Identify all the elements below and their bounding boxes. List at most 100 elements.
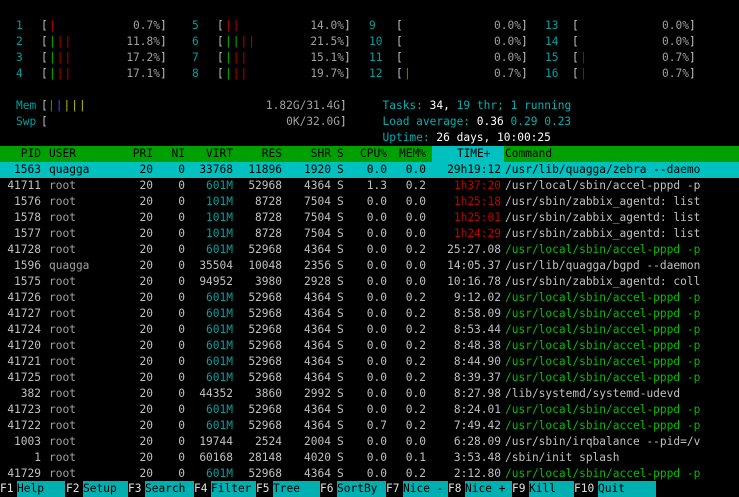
col-pri[interactable]: PRI (120, 146, 153, 162)
col-pid[interactable]: PID (0, 146, 41, 162)
cell-mem: 0.0 (405, 275, 426, 288)
cell-res: 8728 (255, 211, 282, 224)
cell-user: root (49, 451, 76, 464)
fkey-label-nice[interactable]: Nice + (465, 481, 513, 497)
process-row[interactable]: 1003 root 20 0 19744 2524 2004 S 0.0 0.0 6:28.09/u… (0, 434, 739, 450)
process-row[interactable]: 41723 root 20 0 601M 52968 4364 S 0.0 0.2 8:24.01 /… (0, 402, 739, 418)
process-row[interactable]: 382 root 20 0 44352 3860 2992 S 0.0 0.0 8:27.98/li… (0, 386, 739, 402)
process-row[interactable]: 41711 root 20 0 601M 52968 4364 S 1.3 0.2 1h37:20 /… (0, 178, 739, 194)
cell-user: root (49, 195, 76, 208)
fkey-label-help[interactable]: Help (17, 481, 65, 497)
col-virt[interactable]: VIRT (190, 146, 233, 162)
col-time[interactable]: TIME+ (432, 146, 504, 162)
process-row[interactable]: 41725 root 20 0 601M 52968 4364 S 0.0 0.2 8:39.37 /… (0, 370, 739, 386)
col-mem[interactable]: MEM% (388, 146, 426, 162)
process-row[interactable]: 1575 root 20 0 94952 3980 2928 S 0.0 0.0 10:16.78 /… (0, 274, 739, 290)
col-command[interactable]: Command (505, 146, 735, 162)
process-row[interactable]: 41726 root 20 0 601M 52968 4364 S 0.0 0.2 9:12.02 /… (0, 290, 739, 306)
process-row[interactable]: 41721 root 20 0 601M 52968 4364 S 0.0 0.2 8:44.90 /… (0, 354, 739, 370)
process-table-header[interactable]: PID USER PRI NI VIRT RES SHR S CPU% MEM%… (0, 146, 739, 162)
process-row[interactable]: 41722 root 20 0 601M 52968 4364 S 0.7 0.2 7:49.42 /… (0, 418, 739, 434)
process-row[interactable]: 41720 root 20 0 601M 52968 4364 S 0.0 0.2 8:48.38 /… (0, 338, 739, 354)
cell-cpu: 0.0 (366, 403, 387, 416)
cell-cpu: 0.0 (366, 243, 387, 256)
fkey-f2[interactable]: F2 (66, 481, 80, 497)
cell-time: 3:53.48 (453, 451, 501, 464)
process-row[interactable]: 1576 root 20 0 101M 8728 7504 S 0.0 0.0 1h25:18/us… (0, 194, 739, 210)
fkey-f10[interactable]: F10 (574, 481, 595, 497)
cell-ni: 0 (178, 371, 185, 384)
cell-time: 1h37:20 (453, 179, 501, 192)
cell-res: 3860 (255, 387, 282, 400)
cpu-bar: | (404, 67, 412, 80)
col-ni[interactable]: NI (160, 146, 185, 162)
process-row[interactable]: 1 root 20 0 60168 28148 4020 S 0.0 0.1 3:53.48/sbi… (0, 450, 739, 466)
cell-time: 8:48.38 (453, 339, 501, 352)
cell-virt: 60168 (199, 451, 233, 464)
process-row[interactable]: 1563 quagga 20 0 33768 11896 1920 S 0.0 0.0 29h19:… (0, 162, 739, 178)
cell-pri: 20 (139, 259, 153, 272)
cell-virt: 94952 (199, 275, 233, 288)
fkey-label-nice[interactable]: Nice - (403, 481, 449, 497)
cpu-bar: ||| (225, 67, 249, 80)
cell-user: root (49, 339, 76, 352)
cell-ni: 0 (178, 195, 185, 208)
cell-time: 1h24:29 (453, 227, 501, 240)
fkey-label-search[interactable]: Search (145, 481, 195, 497)
tasks-line: Tasks: 34, 19 thr; 1 running (369, 82, 571, 112)
fkey-f1[interactable]: F1 (0, 481, 14, 497)
cell-virt: 101M (206, 227, 233, 240)
cell-virt: 601M (206, 371, 233, 384)
col-shr[interactable]: SHR (285, 146, 331, 162)
fkey-label-kill[interactable]: Kill (529, 481, 577, 497)
cell-res: 52968 (248, 323, 282, 336)
fkey-f3[interactable]: F3 (128, 481, 142, 497)
fkey-label-sortby[interactable]: SortBy (337, 481, 387, 497)
process-row[interactable]: 41727 root 20 0 601M 52968 4364 S 0.0 0.2 8:58.09 /… (0, 306, 739, 322)
fkey-f4[interactable]: F4 (194, 481, 208, 497)
cell-ni: 0 (178, 211, 185, 224)
col-user[interactable]: USER (49, 146, 119, 162)
process-row[interactable]: 1577 root 20 0 101M 8728 7504 S 0.0 0.0 1h24:29/us… (0, 226, 739, 242)
cell-user: root (49, 307, 76, 320)
fkey-f9[interactable]: F9 (512, 481, 526, 497)
cell-time: 1h25:18 (453, 195, 501, 208)
cell-s: S (337, 291, 344, 304)
col-res[interactable]: RES (237, 146, 282, 162)
process-row[interactable]: 41729 root 20 0 601M 52968 4364 S 0.0 0.2 2:12.80 /… (0, 466, 739, 482)
cell-res: 52968 (248, 371, 282, 384)
process-row[interactable]: 41728 root 20 0 601M 52968 4364 S 0.0 0.2 25:27.08… (0, 242, 739, 258)
cell-res: 52968 (248, 403, 282, 416)
cell-command: /sbin/init splash (505, 451, 620, 464)
cell-mem: 0.2 (405, 307, 426, 320)
fkey-f8[interactable]: F8 (448, 481, 462, 497)
cell-res: 52968 (248, 467, 282, 480)
cpu-meter-4: 4[||| 17.1%] (16, 67, 167, 80)
cell-user: root (49, 179, 76, 192)
cell-cpu: 0.0 (366, 195, 387, 208)
cell-ni: 0 (178, 259, 185, 272)
cell-s: S (337, 451, 344, 464)
fkey-f7[interactable]: F7 (386, 481, 400, 497)
cpu-meter-3: 3[||| 17.2%] (16, 51, 167, 64)
process-row[interactable]: 41724 root 20 0 601M 52968 4364 S 0.0 0.2 8:53.44 /… (0, 322, 739, 338)
cell-time: 9:12.02 (453, 291, 501, 304)
cell-pid: 41721 (7, 355, 41, 368)
col-state[interactable]: S (337, 146, 347, 162)
cell-pri: 20 (139, 163, 153, 176)
process-row[interactable]: 1578 root 20 0 101M 8728 7504 S 0.0 0.0 1h25:01/us… (0, 210, 739, 226)
fkey-f5[interactable]: F5 (256, 481, 270, 497)
cell-cpu: 1.3 (366, 179, 387, 192)
load-line: Load average: 0.36 0.29 0.23 (369, 98, 571, 128)
fkey-label-setup[interactable]: Setup (83, 481, 129, 497)
cell-mem: 0.2 (405, 291, 426, 304)
fkey-f6[interactable]: F6 (320, 481, 334, 497)
cell-time: 25:27.08 (447, 243, 501, 256)
fkey-label-quit[interactable]: Quit (598, 481, 656, 497)
process-row[interactable]: 1596 quagga 20 0 35504 10048 2356 S 0.0 0.0 14:05.… (0, 258, 739, 274)
cell-pri: 20 (139, 323, 153, 336)
cell-s: S (337, 403, 344, 416)
fkey-label-filter[interactable]: Filter (211, 481, 257, 497)
col-cpu[interactable]: CPU% (349, 146, 387, 162)
fkey-label-tree[interactable]: Tree (273, 481, 321, 497)
